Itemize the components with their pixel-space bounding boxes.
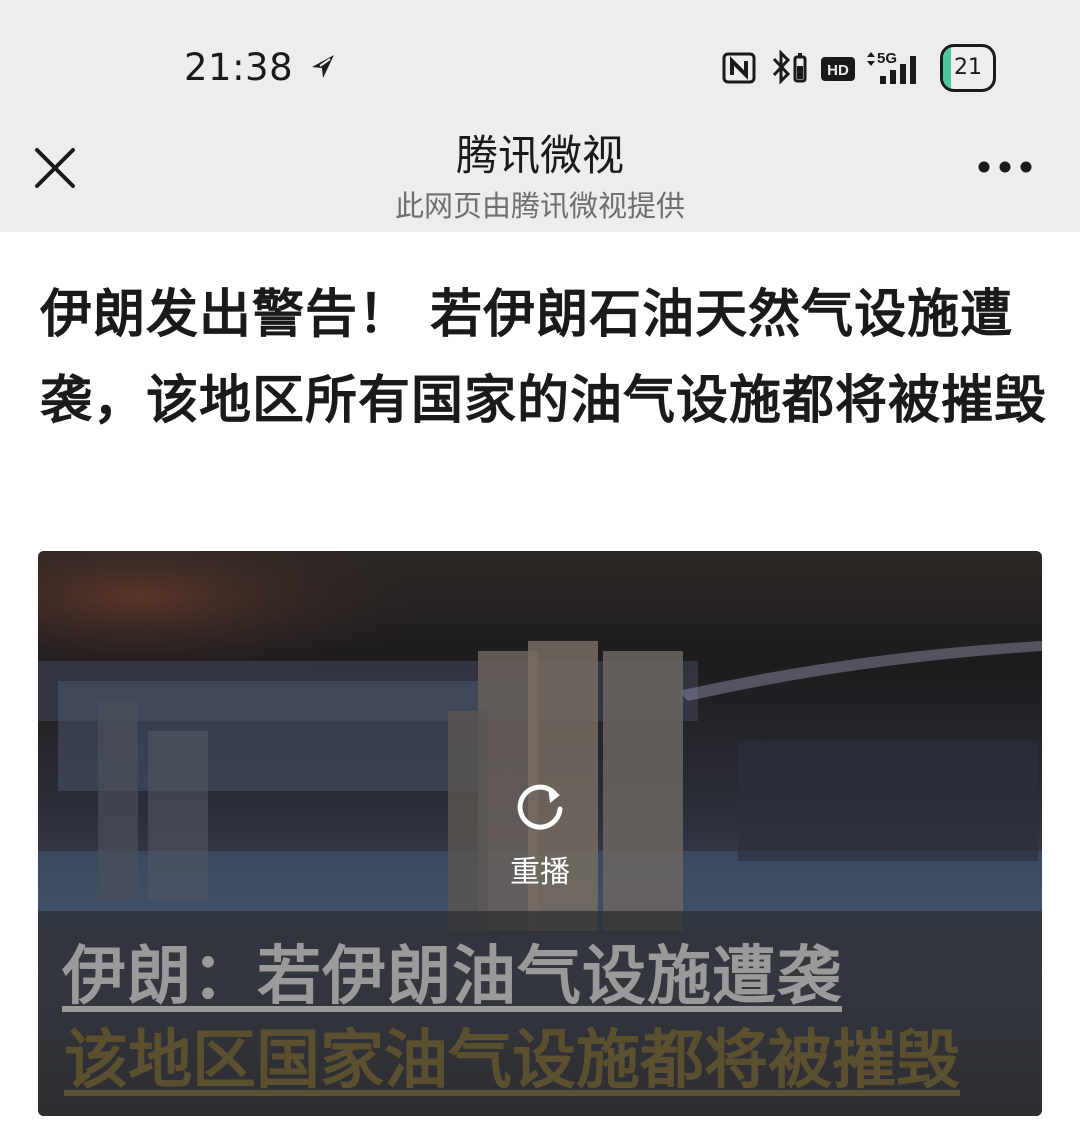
battery-level: 21: [954, 55, 982, 80]
replay-button[interactable]: 重播: [490, 779, 590, 890]
replay-icon: [517, 784, 563, 830]
replay-label: 重播: [510, 855, 570, 890]
location-arrow-icon: [312, 55, 334, 78]
article-headline: 伊朗发出警告！ 若伊朗石油天然气设施遭袭，该地区所有国家的油气设施都将被摧毁: [40, 285, 1048, 431]
5g-signal-icon: 5G: [867, 50, 916, 84]
svg-text:HD: HD: [827, 62, 849, 79]
page-title: 腾讯微视: [455, 131, 624, 180]
browser-top-bar: 21:38 HD 5G 21 腾讯微视 此网页由腾讯微视提供: [0, 0, 1080, 232]
page-provider-subtitle: 此网页由腾讯微视提供: [394, 189, 685, 223]
more-button[interactable]: [974, 155, 1036, 179]
video-caption-line1: 伊朗：若伊朗油气设施遭袭: [62, 940, 842, 1014]
status-time: 21:38: [184, 46, 294, 89]
video-caption-line2: 该地区国家油气设施都将被摧毁: [64, 1024, 960, 1098]
svg-text:5G: 5G: [877, 50, 897, 67]
nfc-icon: [722, 52, 756, 84]
bluetooth-icon: [772, 50, 807, 85]
video-player[interactable]: 重播 伊朗：若伊朗油气设施遭袭 该地区国家油气设施都将被摧毁: [38, 551, 1042, 1116]
battery-icon: 21: [940, 44, 996, 92]
hd-icon: HD: [821, 57, 855, 81]
